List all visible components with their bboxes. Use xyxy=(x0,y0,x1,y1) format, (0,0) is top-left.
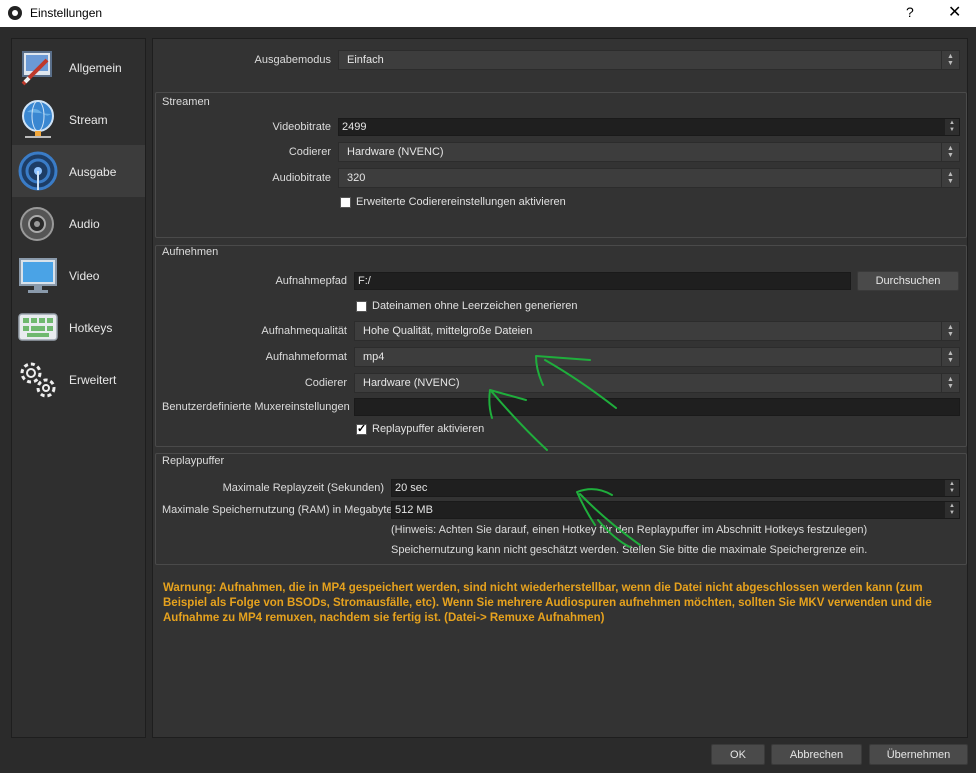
replay-buffer-checkbox[interactable]: Replaypuffer aktivieren xyxy=(356,422,485,435)
recording-path-label: Aufnahmepfad xyxy=(275,275,347,287)
stream-encoder-dropdown[interactable]: Hardware (NVENC) ▲ ▼ xyxy=(338,142,960,162)
dropdown-arrows-icon: ▲ ▼ xyxy=(941,322,959,340)
recording-encoder-value: Hardware (NVENC) xyxy=(363,377,460,389)
recording-path-input[interactable]: F:/ xyxy=(354,272,851,290)
dropdown-arrows-icon: ▲ ▼ xyxy=(941,169,959,187)
browse-button[interactable]: Durchsuchen xyxy=(857,271,959,291)
video-bitrate-input[interactable]: 2499 ▲ ▼ xyxy=(338,118,960,136)
recording-format-value: mp4 xyxy=(363,351,385,363)
sidebar-item-label: Allgemein xyxy=(69,61,122,75)
gears-icon xyxy=(20,362,56,398)
max-memory-label: Maximale Speichernutzung (RAM) in Megaby… xyxy=(162,504,393,516)
sidebar-item-erweitert[interactable]: Erweitert xyxy=(12,353,145,405)
audio-bitrate-value: 320 xyxy=(347,172,366,184)
sidebar-item-video[interactable]: Video xyxy=(12,249,145,301)
ok-button[interactable]: OK xyxy=(711,744,765,765)
obs-logo-icon xyxy=(8,6,22,20)
broadcast-icon xyxy=(18,151,58,191)
recording-group-title: Aufnehmen xyxy=(162,246,219,258)
spin-arrows-icon[interactable]: ▲ ▼ xyxy=(945,502,959,518)
close-button[interactable]: ✕ xyxy=(948,2,961,22)
dropdown-arrows-icon: ▲ ▼ xyxy=(941,374,959,392)
max-replay-time-value: 20 sec xyxy=(395,482,428,494)
no-spaces-checkbox[interactable]: Dateinamen ohne Leerzeichen generieren xyxy=(356,300,577,312)
apply-button[interactable]: Übernehmen xyxy=(869,744,968,765)
recording-format-label: Aufnahmeformat xyxy=(265,351,347,363)
memory-note-text: Speichernutzung kann nicht geschätzt wer… xyxy=(391,544,868,556)
recording-format-dropdown[interactable]: mp4 ▲ ▼ xyxy=(354,347,960,367)
sidebar-item-label: Hotkeys xyxy=(69,321,113,335)
max-memory-input[interactable]: 512 MB ▲ ▼ xyxy=(391,501,960,519)
recording-quality-dropdown[interactable]: Hohe Qualität, mittelgroße Dateien ▲ ▼ xyxy=(354,321,960,341)
recording-encoder-dropdown[interactable]: Hardware (NVENC) ▲ ▼ xyxy=(354,373,960,393)
sidebar-item-label: Erweitert xyxy=(69,373,117,387)
recording-path-value: F:/ xyxy=(358,275,371,287)
hotkey-hint-text: (Hinweis: Achten Sie darauf, einen Hotke… xyxy=(391,524,868,536)
advanced-encoder-checkbox[interactable]: Erweiterte Codierereinstellungen aktivie… xyxy=(340,196,566,208)
audio-bitrate-dropdown[interactable]: 320 ▲ ▼ xyxy=(338,168,960,188)
max-replay-time-label: Maximale Replayzeit (Sekunden) xyxy=(222,482,384,494)
keyboard-icon xyxy=(18,313,58,341)
no-spaces-label: Dateinamen ohne Leerzeichen generieren xyxy=(372,300,578,312)
stream-encoder-label: Codierer xyxy=(288,146,331,158)
speaker-icon xyxy=(20,207,54,241)
recording-quality-value: Hohe Qualität, mittelgroße Dateien xyxy=(363,325,533,337)
video-bitrate-value: 2499 xyxy=(342,121,367,133)
title-bar: Einstellungen ? ✕ xyxy=(0,0,976,27)
checkbox-box[interactable] xyxy=(356,300,367,312)
stream-encoder-value: Hardware (NVENC) xyxy=(347,146,444,158)
output-mode-dropdown[interactable]: Einfach ▲ ▼ xyxy=(338,50,960,70)
checkbox-box[interactable] xyxy=(356,422,367,435)
max-replay-time-input[interactable]: 20 sec ▲ ▼ xyxy=(391,479,960,497)
sidebar-item-label: Audio xyxy=(69,217,100,231)
streaming-group: Streamen xyxy=(155,92,967,238)
sidebar-item-stream[interactable]: Stream xyxy=(12,93,145,145)
max-memory-value: 512 MB xyxy=(395,504,433,516)
output-mode-value: Einfach xyxy=(347,54,384,66)
replay-buffer-label: Replaypuffer aktivieren xyxy=(372,423,485,435)
sidebar-item-audio[interactable]: Audio xyxy=(12,197,145,249)
globe-icon xyxy=(22,100,54,138)
muxer-settings-input[interactable] xyxy=(354,398,960,416)
advanced-encoder-label: Erweiterte Codierereinstellungen aktivie… xyxy=(356,196,566,208)
muxer-settings-label: Benutzerdefinierte Muxereinstellungen xyxy=(162,401,350,413)
monitor-icon xyxy=(19,258,57,293)
audio-bitrate-label: Audiobitrate xyxy=(272,172,331,184)
sidebar-item-label: Stream xyxy=(69,113,108,127)
sidebar-item-allgemein[interactable]: Allgemein xyxy=(12,41,145,93)
sidebar-item-label: Video xyxy=(69,269,100,283)
dropdown-arrows-icon: ▲ ▼ xyxy=(941,51,959,69)
recording-quality-label: Aufnahmequalität xyxy=(261,325,347,337)
output-mode-label: Ausgabemodus xyxy=(254,54,331,66)
recording-encoder-label: Codierer xyxy=(304,377,347,389)
settings-sidebar: Allgemein Stream Ausgabe Audio Video Hot… xyxy=(11,38,146,738)
sidebar-item-hotkeys[interactable]: Hotkeys xyxy=(12,301,145,353)
output-settings-panel: Ausgabemodus Einfach ▲ ▼ Streamen Videobi… xyxy=(152,38,968,738)
spin-arrows-icon[interactable]: ▲ ▼ xyxy=(945,480,959,496)
help-button[interactable]: ? xyxy=(906,4,914,20)
checkbox-box[interactable] xyxy=(340,196,351,208)
dropdown-arrows-icon: ▲ ▼ xyxy=(941,143,959,161)
cancel-button[interactable]: Abbrechen xyxy=(771,744,862,765)
spin-arrows-icon[interactable]: ▲ ▼ xyxy=(945,119,959,135)
video-bitrate-label: Videobitrate xyxy=(272,121,331,133)
streaming-group-title: Streamen xyxy=(162,96,210,108)
mp4-warning-text: Warnung: Aufnahmen, die in MP4 gespeiche… xyxy=(163,582,932,624)
sidebar-item-label: Ausgabe xyxy=(69,165,117,179)
dropdown-arrows-icon: ▲ ▼ xyxy=(941,348,959,366)
replay-buffer-group-title: Replaypuffer xyxy=(162,455,225,467)
window-title: Einstellungen xyxy=(30,6,103,20)
settings-pen-icon xyxy=(21,51,52,86)
sidebar-item-ausgabe[interactable]: Ausgabe xyxy=(12,145,145,197)
